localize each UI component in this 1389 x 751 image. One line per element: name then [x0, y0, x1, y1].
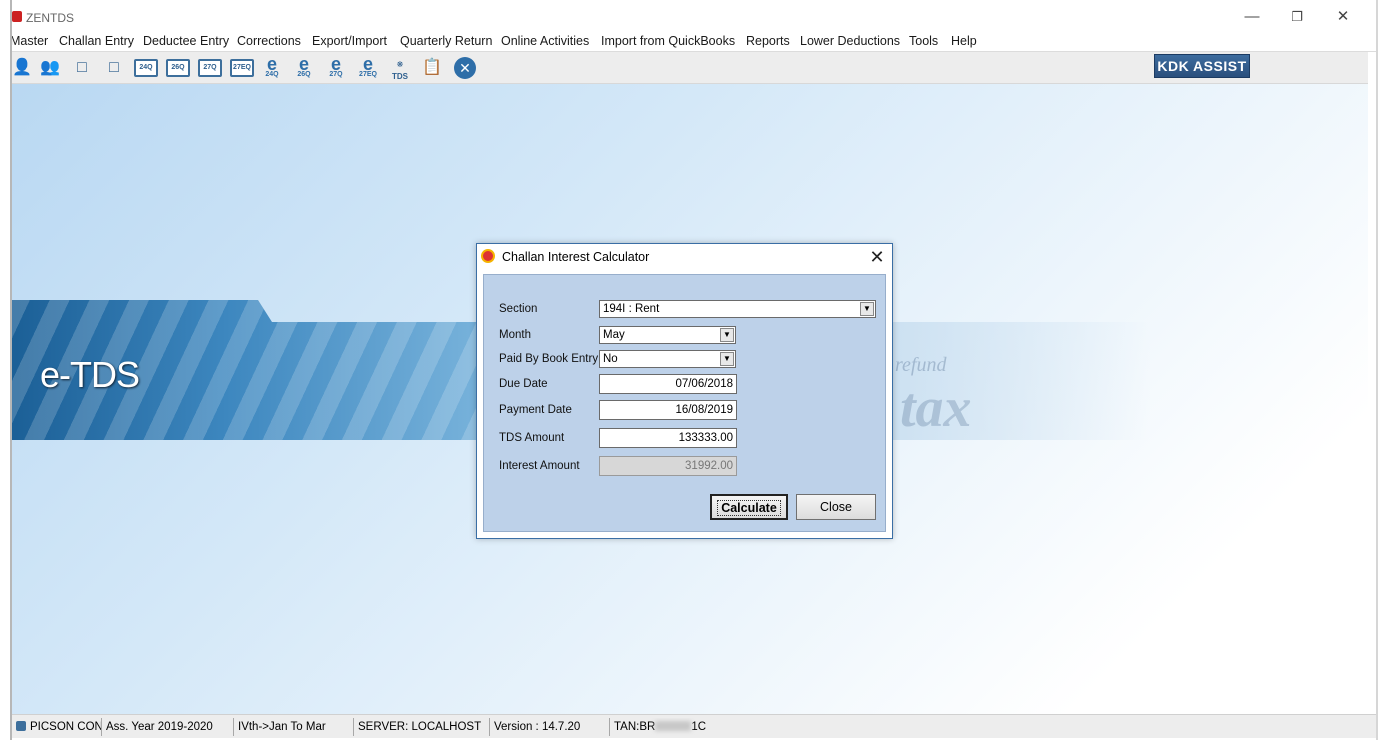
interest-amount-label: Interest Amount — [499, 460, 580, 472]
chevron-down-icon[interactable]: ▼ — [720, 328, 734, 342]
dialog-title-bar: Challan Interest Calculator ✕ — [477, 244, 892, 270]
paid-by-book-entry-value: No — [603, 353, 618, 365]
status-bar: PICSON CONS Ass. Year 2019-2020 IVth->Ja… — [10, 714, 1378, 738]
e-24q-label: 24Q — [265, 71, 279, 78]
status-tan: TAN:BR 1C — [610, 718, 710, 736]
window-right-border — [1376, 0, 1378, 740]
window-title: ZENTDS — [26, 11, 74, 25]
due-date-label: Due Date — [499, 378, 548, 390]
section-select[interactable]: 194I : Rent ▼ — [599, 300, 876, 318]
payment-date-label: Payment Date — [499, 404, 572, 416]
e-27eq-icon[interactable]: e 27EQ — [356, 55, 380, 79]
menu-import-quickbooks[interactable]: Import from QuickBooks — [601, 34, 735, 48]
form-27eq-icon[interactable]: 27EQ — [230, 59, 254, 77]
form-27q-icon[interactable]: 27Q — [198, 59, 222, 77]
menu-deductee-entry[interactable]: Deductee Entry — [143, 34, 229, 48]
month-label: Month — [499, 329, 531, 341]
close-button[interactable]: Close — [796, 494, 876, 520]
notes-icon[interactable]: 📋 — [420, 57, 444, 79]
month-value: May — [603, 329, 625, 341]
menu-master[interactable]: Master — [10, 34, 48, 48]
section-label: Section — [499, 303, 538, 315]
e-27q-icon[interactable]: e 27Q — [324, 55, 348, 79]
menu-corrections[interactable]: Corrections — [237, 34, 301, 48]
interest-amount-field: 31992.00 — [599, 456, 737, 476]
menu-challan-entry[interactable]: Challan Entry — [59, 34, 134, 48]
watermark-tax: tax — [900, 377, 972, 439]
tan-redacted — [655, 721, 692, 731]
status-company: PICSON CONS — [12, 718, 102, 736]
title-bar: ZENTDS — ❐ ✕ — [10, 0, 1378, 32]
status-tan-prefix: TAN:BR — [614, 721, 656, 733]
watermark-refund: refund — [895, 354, 947, 376]
user-icon[interactable]: 👤 — [10, 57, 34, 79]
status-assessment-year: Ass. Year 2019-2020 — [102, 718, 234, 736]
status-version: Version : 14.7.20 — [490, 718, 610, 736]
menu-quarterly-return[interactable]: Quarterly Return — [400, 34, 492, 48]
chevron-down-icon[interactable]: ▼ — [720, 352, 734, 366]
status-tan-suffix: 1C — [691, 721, 707, 733]
tds-icon[interactable]: ❋ TDS — [388, 57, 412, 81]
company-icon — [16, 721, 26, 731]
toolbar: 👤 👥 □ □ 24Q 26Q 27Q 27EQ e 24Q e 26Q e 27Q … — [10, 52, 1368, 84]
window-left-border — [10, 0, 12, 740]
month-select[interactable]: May ▼ — [599, 326, 736, 344]
status-quarter: IVth->Jan To Mar — [234, 718, 354, 736]
restore-button[interactable]: ❐ — [1277, 6, 1317, 30]
window-close-button[interactable]: ✕ — [1323, 6, 1363, 30]
menu-reports[interactable]: Reports — [746, 34, 790, 48]
paid-by-book-entry-label: Paid By Book Entry — [499, 353, 599, 365]
due-date-field[interactable]: 07/06/2018 — [599, 374, 737, 394]
payment-date-field[interactable]: 16/08/2019 — [599, 400, 737, 420]
calculate-label: Calculate — [717, 500, 781, 516]
section-value: 194I : Rent — [603, 303, 660, 315]
paid-by-book-entry-select[interactable]: No ▼ — [599, 350, 736, 368]
close-icon[interactable]: ✕ — [454, 57, 476, 79]
deductor-icon[interactable]: □ — [70, 57, 94, 79]
challan-interest-dialog: Challan Interest Calculator ✕ Section 19… — [476, 243, 893, 539]
dialog-body: Section 194I : Rent ▼ Month May ▼ Paid B… — [483, 274, 886, 532]
e-26q-icon[interactable]: e 26Q — [292, 55, 316, 79]
menu-lower-deductions[interactable]: Lower Deductions — [800, 34, 900, 48]
close-label: Close — [820, 500, 852, 514]
e-24q-icon[interactable]: e 24Q — [260, 55, 284, 79]
banner-title: e-TDS — [40, 354, 140, 395]
dialog-app-icon — [481, 249, 495, 263]
tds-amount-label: TDS Amount — [499, 432, 565, 444]
minimize-button[interactable]: — — [1232, 6, 1272, 30]
status-server: SERVER: LOCALHOST — [354, 718, 490, 736]
menu-export-import[interactable]: Export/Import — [312, 34, 387, 48]
form-26q-icon[interactable]: 26Q — [166, 59, 190, 77]
app-logo-icon — [12, 11, 22, 22]
dialog-close-icon[interactable]: ✕ — [865, 246, 889, 268]
e-27eq-label: 27EQ — [359, 71, 377, 78]
calculate-button[interactable]: Calculate — [710, 494, 788, 520]
form-24q-icon[interactable]: 24Q — [134, 59, 158, 77]
menu-tools[interactable]: Tools — [909, 34, 938, 48]
dialog-title: Challan Interest Calculator — [502, 250, 650, 264]
chevron-down-icon[interactable]: ▼ — [860, 302, 874, 316]
menu-bar: Master Challan Entry Deductee Entry Corr… — [10, 32, 1378, 52]
menu-online-activities[interactable]: Online Activities — [501, 34, 589, 48]
e-26q-label: 26Q — [297, 71, 311, 78]
kdk-assist-button[interactable]: KDK ASSIST — [1154, 54, 1250, 78]
deductee-icon[interactable]: □ — [102, 57, 126, 79]
e-27q-label: 27Q — [329, 71, 343, 78]
menu-help[interactable]: Help — [951, 34, 977, 48]
users-icon[interactable]: 👥 — [38, 57, 62, 79]
tds-label: TDS — [392, 72, 408, 81]
status-company-text: PICSON CONS — [30, 721, 101, 733]
tds-amount-field[interactable]: 133333.00 — [599, 428, 737, 448]
